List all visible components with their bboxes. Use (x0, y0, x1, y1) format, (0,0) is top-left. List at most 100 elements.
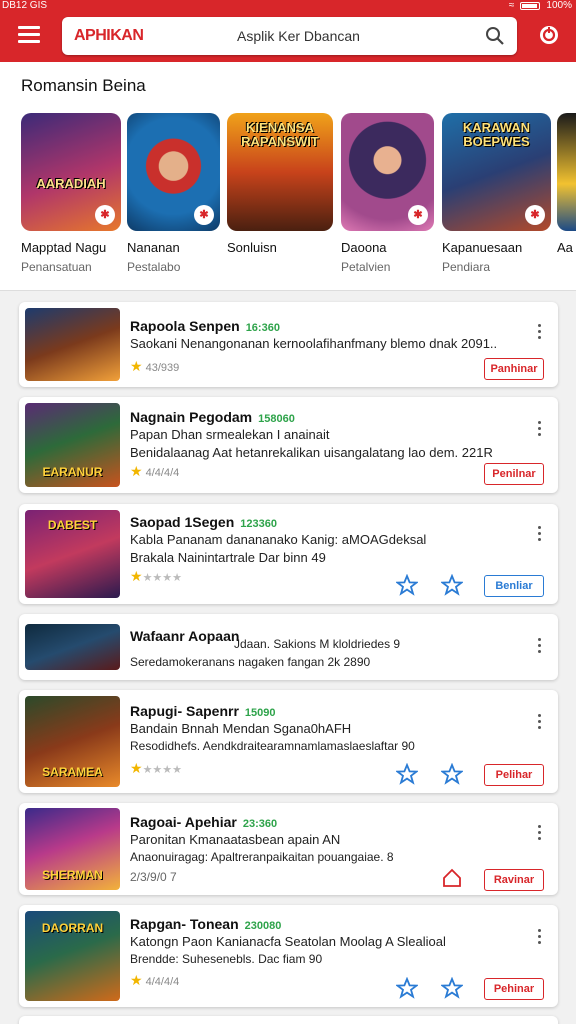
action-button[interactable]: Ravinar (484, 869, 544, 891)
item-description: Bandain Bnnah Mendan Sgana0hAFH (130, 721, 352, 736)
badge-icon: ✱ (194, 205, 214, 225)
item-details: Brendde: Suhesenebls. Dac fiam 90 (130, 952, 323, 966)
list-item[interactable]: Wafaanr Aopaan Jdaan. Sakions M kloldrie… (19, 614, 558, 680)
more-options-icon[interactable] (538, 638, 542, 656)
list-item[interactable]: Rapoola Senpen 16:360 Saokani Nenangonana… (19, 302, 558, 387)
item-details: Resodidhefs. Aendkdraitearamnamlamaslaes… (130, 739, 415, 753)
item-details: Anaonuiragag: Apaltreranpaikaitan pouang… (130, 850, 394, 864)
item-title: Saopad 1Segen 123360 (130, 514, 277, 530)
list-item[interactable]: DABEST Saopad 1Segen 123360 Kabla Pananam… (19, 504, 558, 604)
recommended-tile[interactable]: KIENANSA RAPANSWIT Sonluisn (227, 113, 333, 260)
item-description: Paronitan Kmanaatasbean apain AN (130, 832, 341, 847)
star-outline-icon[interactable] (396, 977, 418, 999)
recommended-tile[interactable]: KARAWAN BOEPWES ✱ Kapanuesaan Pendiara (442, 113, 551, 274)
list-item[interactable]: SHERMAN Ragoai- Apehiar 23:360 Paronitan … (19, 803, 558, 895)
thumbnail-text: SARAMEA (42, 765, 103, 779)
game-cover: ✱ (127, 113, 220, 231)
item-title: Ragoai- Apehiar 23:360 (130, 814, 278, 830)
tile-name: Kapanuesaan (442, 240, 523, 255)
more-options-icon[interactable] (538, 825, 542, 843)
item-rating: ★ 4/4/4/4 (130, 463, 180, 479)
star-icon: ★ (130, 358, 143, 374)
item-rating: ★★★★★ (130, 568, 183, 584)
tile-name: Sonluisn (227, 240, 277, 255)
item-rating: ★★★★★ (130, 760, 183, 776)
app-logo: APHIKAN (74, 27, 144, 44)
cover-text: KIENANSA RAPANSWIT (241, 120, 319, 149)
thumbnail-text: DAORRAN (41, 921, 104, 935)
action-button[interactable]: Penilnar (484, 463, 544, 485)
action-button[interactable]: Panhinar (484, 358, 544, 380)
star-outline-icon[interactable] (441, 574, 463, 596)
game-thumbnail (25, 308, 120, 381)
item-title: Rapoola Senpen 16:360 (130, 318, 280, 334)
home-icon[interactable] (441, 867, 463, 889)
recommended-tile[interactable]: ✱ Daoona Petalvien (341, 113, 434, 274)
game-cover: KIENANSA RAPANSWIT (227, 113, 333, 231)
star-outline-icon[interactable] (396, 763, 418, 785)
star-icon: ★ (130, 760, 143, 776)
recommended-tile[interactable]: ✱ Nananan Pestalabo (127, 113, 220, 274)
more-options-icon[interactable] (538, 714, 542, 732)
item-title: Nagnain Pegodam 158060 (130, 409, 295, 425)
item-description: Papan Dhan srmealekan I anainait (130, 427, 330, 442)
tile-name: Mapptad Nagu (21, 240, 107, 255)
item-rating: ★ 4/4/4/4 (130, 972, 180, 988)
star-outline-icon[interactable] (441, 977, 463, 999)
item-count: 15090 (244, 707, 276, 719)
tile-subtitle: Pestalabo (127, 260, 181, 274)
thumbnail-text: EARANUR (42, 465, 103, 479)
section-divider (0, 290, 576, 291)
item-count: 158060 (258, 413, 295, 425)
app-bar: DB12 GIS ≈ 100% APHIKAN Asplik Ker Dbanc… (0, 0, 576, 62)
action-button[interactable]: Benliar (484, 575, 544, 597)
recommended-tile[interactable]: Aa (557, 113, 576, 260)
item-description: Katongn Paon Kanianacfa Seatolan Moolag … (130, 934, 446, 949)
more-options-icon[interactable] (538, 324, 542, 342)
item-count: 123360 (240, 518, 277, 530)
list-item-partial[interactable] (19, 1016, 558, 1024)
star-icon: ★ (130, 972, 143, 988)
badge-icon: ✱ (408, 205, 428, 225)
item-description: Kabla Pananam danananako Kanig: aMOAGdek… (130, 532, 427, 547)
search-bar[interactable]: APHIKAN Asplik Ker Dbancan (62, 17, 517, 55)
recommended-tile[interactable]: AARADIAH ✱ Mapptad Nagu Penansatuan (21, 113, 121, 274)
search-input[interactable]: Asplik Ker Dbancan (237, 28, 360, 44)
menu-icon[interactable] (18, 26, 40, 44)
tile-subtitle: Pendiara (442, 260, 491, 274)
game-thumbnail (25, 624, 120, 670)
badge-icon: ✱ (95, 205, 115, 225)
item-details: Seredamokeranans nagaken fangan 2k 2890 (130, 655, 371, 669)
status-bar: DB12 GIS ≈ 100% (0, 0, 576, 12)
tile-subtitle: Petalvien (341, 260, 391, 274)
status-icons: ≈ 100% (509, 0, 572, 11)
list-item[interactable]: EARANUR Nagnain Pegodam 158060 Papan Dhan… (19, 397, 558, 493)
item-count: 16:360 (245, 322, 280, 334)
action-button[interactable]: Pehinar (484, 978, 544, 1000)
search-icon[interactable] (485, 26, 505, 46)
list-item[interactable]: SARAMEA Rapugi- Sapenrr 15090 Bandain Bnn… (19, 690, 558, 793)
item-title: Wafaanr Aopaan (130, 628, 240, 644)
account-icon[interactable] (538, 24, 560, 46)
item-description: Saokani Nenangonanan kernoolafihanfmany … (130, 336, 498, 351)
star-outline-icon[interactable] (396, 574, 418, 596)
item-count: 23:360 (242, 818, 278, 830)
star-icon: ★ (130, 463, 143, 479)
game-cover: KARAWAN BOEPWES ✱ (442, 113, 551, 231)
action-button[interactable]: Pelihar (484, 764, 544, 786)
battery-percent: 100% (546, 0, 572, 11)
tile-name: Aa (557, 240, 573, 255)
item-title: Rapugi- Sapenrr 15090 (130, 703, 276, 719)
more-options-icon[interactable] (538, 526, 542, 544)
item-details: Benidalaanag Aat hetanrekalikan uisangal… (130, 445, 493, 460)
status-time: DB12 GIS (2, 0, 48, 11)
list-item[interactable]: DAORRAN Rapgan- Tonean 230080 Katongn Pao… (19, 905, 558, 1007)
star-outline-icon[interactable] (441, 763, 463, 785)
thumbnail-text: DABEST (47, 518, 98, 532)
item-rating: 2/3/9/0 7 (130, 870, 177, 884)
battery-icon (520, 1, 541, 10)
more-options-icon[interactable] (538, 421, 542, 439)
game-thumbnail: EARANUR (25, 403, 120, 487)
more-options-icon[interactable] (538, 929, 542, 947)
item-count: 230080 (244, 920, 282, 932)
